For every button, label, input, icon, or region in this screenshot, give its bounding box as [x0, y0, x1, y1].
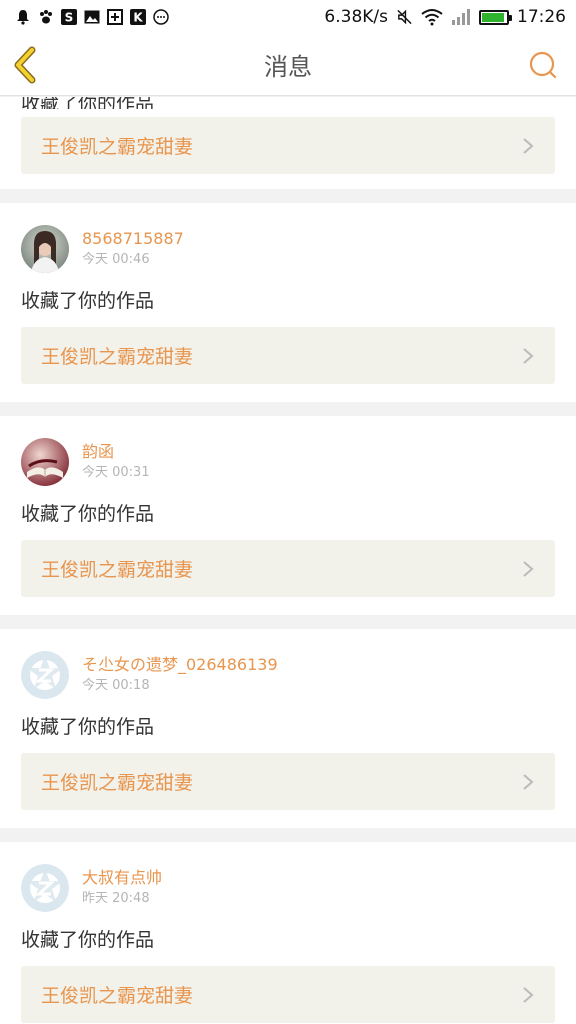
timestamp: 今天 00:18: [82, 678, 150, 693]
chevron-right-icon: [523, 347, 534, 364]
avatar[interactable]: [21, 225, 69, 273]
avatar-photo-girl: [21, 225, 69, 273]
user-name[interactable]: そ尐女の遗梦_026486139: [82, 654, 278, 676]
chevron-right-icon: [523, 560, 534, 577]
user-name[interactable]: 8568715887: [82, 228, 184, 250]
chevron-right-icon: [523, 137, 534, 154]
more-dots-icon: [152, 9, 169, 26]
work-title: 王俊凯之霸宠甜妻: [41, 772, 194, 794]
paw-icon: [37, 9, 54, 26]
user-row: 韵函 今天 00:31: [21, 436, 555, 488]
message-list[interactable]: 收藏了你的作品 王俊凯之霸宠甜妻 8568715887 今天 00:46 收藏了…: [0, 97, 576, 1024]
user-meta: 大叔有点帅 昨天 20:48: [82, 867, 162, 909]
avatar[interactable]: [21, 651, 69, 699]
bell-clock-icon: [14, 9, 31, 26]
user-meta: 8568715887 今天 00:46: [82, 228, 184, 270]
avatar-photo-book: [21, 438, 69, 486]
default-avatar-star-icon: [21, 651, 69, 699]
back-button[interactable]: [10, 46, 46, 84]
wifi-icon: [421, 9, 443, 26]
chevron-left-icon: [14, 46, 36, 84]
avatar[interactable]: [21, 438, 69, 486]
message-action-text: 收藏了你的作品: [21, 716, 155, 738]
battery-icon: [479, 9, 512, 25]
message-action-text: 收藏了你的作品: [21, 97, 155, 109]
clock: 17:26: [517, 7, 566, 27]
message-card: そ尐女の遗梦_026486139 今天 00:18 收藏了你的作品 王俊凯之霸宠…: [0, 629, 576, 828]
work-link[interactable]: 王俊凯之霸宠甜妻: [21, 540, 555, 597]
message-card: 8568715887 今天 00:46 收藏了你的作品 王俊凯之霸宠甜妻: [0, 203, 576, 402]
status-bar: S K 6.38K/s 17:26: [0, 0, 576, 34]
work-link[interactable]: 王俊凯之霸宠甜妻: [21, 966, 555, 1023]
message-action-text: 收藏了你的作品: [21, 929, 155, 951]
user-name[interactable]: 韵函: [82, 441, 150, 463]
user-meta: 韵函 今天 00:31: [82, 441, 150, 483]
timestamp: 今天 00:46: [82, 252, 150, 267]
work-link[interactable]: 王俊凯之霸宠甜妻: [21, 117, 555, 174]
user-meta: そ尐女の遗梦_026486139 今天 00:18: [82, 654, 278, 696]
plus-box-icon: [106, 9, 123, 26]
work-title: 王俊凯之霸宠甜妻: [41, 985, 194, 1007]
svg-text:K: K: [133, 11, 143, 25]
work-title: 王俊凯之霸宠甜妻: [41, 346, 194, 368]
work-link[interactable]: 王俊凯之霸宠甜妻: [21, 753, 555, 810]
mute-icon: [396, 9, 413, 26]
network-speed: 6.38K/s: [324, 7, 388, 27]
chevron-right-icon: [523, 986, 534, 1003]
nav-bar: 消息: [0, 34, 576, 96]
user-row: そ尐女の遗梦_026486139 今天 00:18: [21, 649, 555, 701]
k-app-icon: K: [129, 9, 146, 26]
user-row: 8568715887 今天 00:46: [21, 223, 555, 275]
message-action-text: 收藏了你的作品: [21, 290, 155, 312]
work-title: 王俊凯之霸宠甜妻: [41, 136, 194, 158]
notification-icons: S K: [14, 9, 169, 26]
image-icon: [83, 9, 100, 26]
default-avatar-star-icon: [21, 864, 69, 912]
avatar[interactable]: [21, 864, 69, 912]
work-title: 王俊凯之霸宠甜妻: [41, 559, 194, 581]
battery-level: [482, 12, 504, 22]
search-icon: [529, 51, 557, 79]
message-card: 大叔有点帅 昨天 20:48 收藏了你的作品 王俊凯之霸宠甜妻: [0, 842, 576, 1024]
s-app-icon: S: [60, 9, 77, 26]
signal-icon: [451, 9, 471, 26]
timestamp: 昨天 20:48: [82, 891, 150, 906]
search-button[interactable]: [528, 50, 558, 80]
user-name[interactable]: 大叔有点帅: [82, 867, 162, 889]
message-card: 韵函 今天 00:31 收藏了你的作品 王俊凯之霸宠甜妻: [0, 416, 576, 615]
svg-text:S: S: [64, 11, 73, 25]
timestamp: 今天 00:31: [82, 465, 150, 480]
work-link[interactable]: 王俊凯之霸宠甜妻: [21, 327, 555, 384]
message-action-text: 收藏了你的作品: [21, 503, 155, 525]
page-title: 消息: [264, 53, 312, 81]
status-right: 6.38K/s 17:26: [324, 7, 566, 27]
chevron-right-icon: [523, 773, 534, 790]
message-card: 收藏了你的作品 王俊凯之霸宠甜妻: [0, 97, 576, 189]
user-row: 大叔有点帅 昨天 20:48: [21, 862, 555, 914]
